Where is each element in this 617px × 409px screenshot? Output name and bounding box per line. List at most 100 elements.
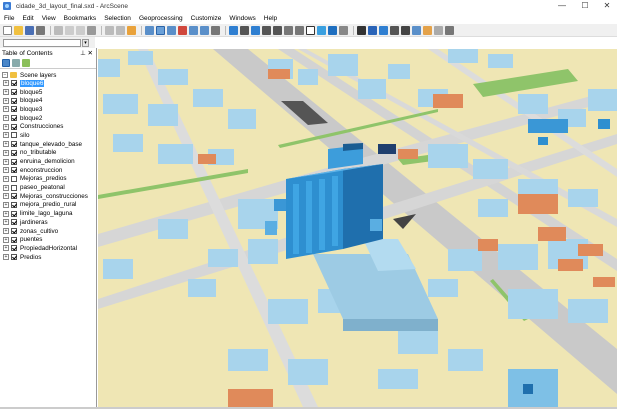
animation-icon[interactable]: [412, 25, 421, 35]
layer-row-paseo-peatonal[interactable]: + paseo_peatonal: [0, 183, 96, 192]
list-by-visibility-icon[interactable]: [22, 59, 30, 67]
layer-name[interactable]: enconstruccion: [20, 167, 62, 174]
layer-row-puentes[interactable]: + puentes: [0, 235, 96, 244]
expand-icon[interactable]: +: [3, 228, 9, 235]
layer-visibility-checkbox[interactable]: [11, 167, 17, 174]
layer-name[interactable]: jardineras: [20, 219, 48, 226]
search-window-icon[interactable]: [178, 25, 187, 35]
menu-customize[interactable]: Customize: [191, 15, 222, 22]
layer-name[interactable]: PropiedadHorizontal: [20, 245, 77, 252]
list-by-source-icon[interactable]: [12, 59, 20, 67]
layer-visibility-checkbox[interactable]: [11, 149, 17, 156]
layer-visibility-checkbox[interactable]: [11, 106, 17, 113]
expand-icon[interactable]: +: [3, 245, 9, 252]
layer-visibility-checkbox[interactable]: [11, 132, 17, 139]
select-elements-icon[interactable]: [357, 25, 366, 35]
collapse-icon[interactable]: −: [2, 72, 8, 78]
layer-row-zonas-cultivo[interactable]: + zonas_cultivo: [0, 227, 96, 236]
layer-row-mejora-predio-rural[interactable]: + mejora_predio_rural: [0, 201, 96, 210]
layer-visibility-checkbox[interactable]: [11, 201, 17, 208]
scene-properties-icon[interactable]: [145, 25, 154, 35]
layer-visibility-checkbox[interactable]: [11, 97, 17, 104]
layer-name[interactable]: enruina_demolicion: [20, 158, 75, 165]
layer-visibility-checkbox[interactable]: [11, 158, 17, 165]
menu-windows[interactable]: Windows: [229, 15, 255, 22]
set-observer-icon[interactable]: [273, 25, 282, 35]
layer-name[interactable]: silo: [20, 132, 29, 139]
layer-row-construcciones[interactable]: + Construcciones: [0, 122, 96, 131]
layer-visibility-checkbox[interactable]: [11, 228, 17, 235]
layer-combo[interactable]: [3, 38, 81, 47]
layer-visibility-checkbox[interactable]: [11, 115, 17, 122]
layer-visibility-checkbox[interactable]: [11, 245, 17, 252]
layer-name[interactable]: bloque5: [20, 89, 42, 96]
hyperlink-icon[interactable]: [379, 25, 388, 35]
clear-selection-icon[interactable]: [339, 25, 348, 35]
maximize-button[interactable]: ☐: [575, 0, 595, 12]
expand-icon[interactable]: +: [3, 132, 9, 139]
expand-icon[interactable]: +: [3, 123, 9, 130]
minimize-button[interactable]: —: [552, 0, 572, 12]
expand-icon[interactable]: +: [3, 193, 9, 200]
layer-row-bloque5[interactable]: + bloque5: [0, 88, 96, 97]
expand-icon[interactable]: +: [3, 210, 9, 217]
layer-name[interactable]: tanque_elevado_base: [20, 141, 82, 148]
paste-icon[interactable]: [76, 25, 85, 35]
layer-row-limite-lago-laguna[interactable]: + limite_lago_laguna: [0, 209, 96, 218]
cut-icon[interactable]: [54, 25, 63, 35]
layer-row-enconstruccion[interactable]: + enconstruccion: [0, 166, 96, 175]
delete-icon[interactable]: [87, 25, 96, 35]
expand-icon[interactable]: +: [3, 80, 9, 87]
layer-name[interactable]: bloque3: [20, 106, 42, 113]
layer-visibility-checkbox[interactable]: [11, 89, 17, 96]
layer-name[interactable]: zonas_cultivo: [20, 228, 58, 235]
expand-icon[interactable]: +: [3, 149, 9, 156]
zoom-out-icon[interactable]: [295, 25, 304, 35]
layer-visibility-checkbox[interactable]: [11, 236, 17, 243]
layer-row-bloque3[interactable]: + bloque3: [0, 105, 96, 114]
layer-name[interactable]: Mejoras_construcciones: [20, 193, 88, 200]
layer-row-mejoras-construcciones[interactable]: + Mejoras_construcciones: [0, 192, 96, 201]
expand-icon[interactable]: +: [3, 254, 9, 261]
undo-icon[interactable]: [105, 25, 114, 35]
expand-icon[interactable]: +: [3, 141, 9, 148]
layer-visibility-checkbox[interactable]: [11, 219, 17, 226]
pan-icon[interactable]: [306, 25, 315, 35]
close-button[interactable]: ✕: [597, 0, 617, 12]
redo-icon[interactable]: [116, 25, 125, 35]
layer-visibility-checkbox[interactable]: [11, 184, 17, 191]
expand-icon[interactable]: +: [3, 219, 9, 226]
layer-name[interactable]: Predios: [20, 254, 41, 261]
expand-icon[interactable]: +: [3, 106, 9, 113]
layer-name[interactable]: Mejoras_predios: [20, 175, 67, 182]
menu-selection[interactable]: Selection: [104, 15, 131, 22]
layer-row-no-tributable[interactable]: + no_tributable: [0, 149, 96, 158]
layer-visibility-checkbox[interactable]: [11, 193, 17, 200]
menu-edit[interactable]: Edit: [22, 15, 33, 22]
3d-effects-icon[interactable]: [423, 25, 432, 35]
layer-row-mejoras-predios[interactable]: + Mejoras_predios: [0, 175, 96, 184]
menu-geoprocessing[interactable]: Geoprocessing: [139, 15, 183, 22]
find-icon[interactable]: [401, 25, 410, 35]
menu-file[interactable]: File: [4, 15, 14, 22]
layer-row-tanque-elevado-base[interactable]: + tanque_elevado_base: [0, 140, 96, 149]
layer-row-propiedadhorizontal[interactable]: + PropiedadHorizontal: [0, 244, 96, 253]
zoom-to-target-icon[interactable]: [262, 25, 271, 35]
menu-help[interactable]: Help: [264, 15, 277, 22]
toc-window-icon[interactable]: [156, 25, 165, 35]
layer-visibility-checkbox[interactable]: [11, 80, 17, 87]
menu-view[interactable]: View: [42, 15, 56, 22]
select-features-icon[interactable]: [328, 25, 337, 35]
catalog-icon[interactable]: [167, 25, 176, 35]
3d-scene-view[interactable]: [98, 49, 617, 407]
expand-icon[interactable]: +: [3, 167, 9, 174]
layer-name[interactable]: no_tributable: [20, 149, 56, 156]
navigate-icon[interactable]: [229, 25, 238, 35]
layer-name[interactable]: bloque6: [20, 79, 45, 87]
layer-name[interactable]: Construcciones: [20, 123, 63, 130]
identify-icon[interactable]: [368, 25, 377, 35]
layer-name[interactable]: puentes: [20, 236, 42, 243]
print-icon[interactable]: [36, 25, 45, 35]
combo-dropdown-button[interactable]: ▾: [82, 38, 89, 47]
arctoolbox-icon[interactable]: [189, 25, 198, 35]
